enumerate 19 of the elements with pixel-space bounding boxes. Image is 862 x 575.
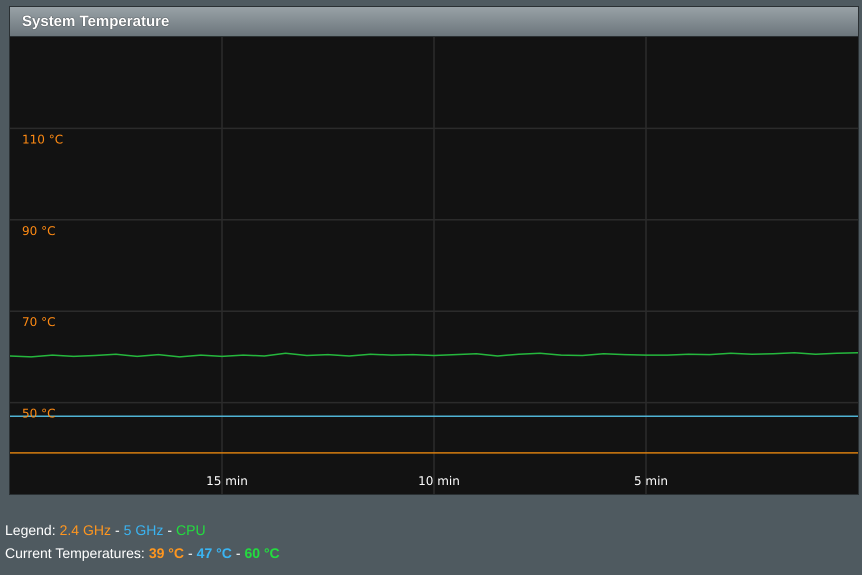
temperature-value: 60 °C [244, 544, 280, 563]
current-temperatures-label: Current Temperatures: [5, 544, 145, 563]
axis-tick-label: 90 °C [22, 224, 56, 238]
separator: - [188, 544, 193, 563]
axis-tick-label: 10 min [418, 474, 460, 488]
legend-item: 2.4 GHz [60, 521, 111, 540]
legend-item: CPU [176, 521, 206, 540]
axis-tick-label: 5 min [634, 474, 668, 488]
separator: - [114, 521, 120, 540]
axis-tick-label: 110 °C [22, 132, 64, 146]
axis-tick-label: 15 min [206, 474, 248, 488]
temperature-value: 47 °C [196, 544, 232, 563]
separator: - [236, 544, 240, 563]
legend-item: 5 GHz [124, 521, 164, 540]
panel-title: System Temperature [21, 13, 170, 30]
axis-tick-label: 70 °C [22, 315, 56, 330]
separator: - [167, 521, 172, 540]
legend-label: Legend: [5, 521, 56, 540]
temperature-value: 39 °C [148, 544, 184, 563]
